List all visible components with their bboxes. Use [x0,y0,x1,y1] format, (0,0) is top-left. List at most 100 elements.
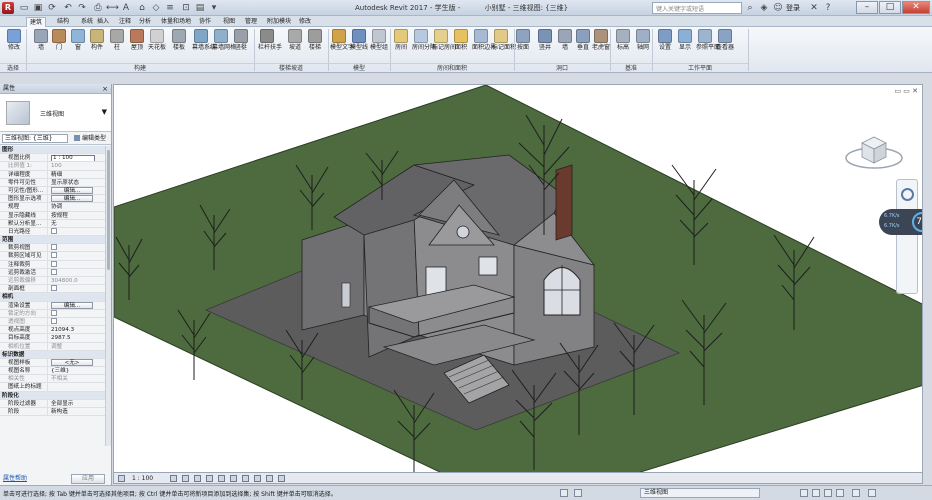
property-value[interactable] [48,383,106,390]
steering-wheel-icon[interactable] [901,188,914,201]
subscription-icon[interactable]: ◈ [758,2,770,14]
ribbon-button[interactable]: 竖井 [536,29,554,51]
property-row[interactable]: 相机位置 调整 [0,342,106,351]
maximize-button[interactable]: □ [879,1,901,14]
lock-3d-icon[interactable] [254,475,261,482]
property-category[interactable]: 相机 [0,293,106,302]
property-value[interactable]: 显示原状态 [48,179,106,186]
render-icon[interactable] [218,475,225,482]
ribbon-button[interactable]: 墙 [32,29,50,51]
viewcube[interactable] [844,125,904,175]
measure-icon[interactable]: ⟷ [106,2,119,14]
property-value[interactable]: 精细 [48,171,106,178]
checkbox[interactable] [51,285,57,292]
type-selector[interactable]: 三维视图 ▼ [0,94,111,132]
ribbon-button[interactable]: 天花板 [148,29,166,51]
select-by-face-icon[interactable] [836,489,844,497]
property-edit-button[interactable]: <无> [51,358,93,366]
property-value[interactable]: 按规程 [48,212,106,219]
property-row[interactable]: 视图样板 <无> [0,358,106,368]
ribbon-tab[interactable]: 体量和场地 [158,17,194,27]
property-value[interactable]: 编辑... [48,186,106,194]
ribbon-button[interactable]: 房间 [392,29,410,51]
property-row[interactable]: 图纸上的标题 [0,383,106,392]
minimize-button[interactable]: – [856,1,878,14]
property-value[interactable]: 无 [48,220,106,227]
ribbon-tab[interactable]: 附加模块 [264,17,294,27]
select-links-icon[interactable] [800,489,808,497]
property-row[interactable]: 显示隐藏线 按规程 [0,211,106,220]
ribbon-tab[interactable]: 建筑 [26,17,47,27]
ribbon-button[interactable]: 窗 [69,29,87,51]
property-value[interactable]: 全部显示 [48,400,106,407]
property-row[interactable]: 视图名称 {三维} [0,367,106,376]
property-row[interactable]: 远剪裁激活 [0,268,106,277]
property-category[interactable]: 标识数据 [0,350,106,359]
property-row[interactable]: 相关性 不相关 [0,375,106,384]
property-row[interactable]: 日光路径 [0,227,106,237]
property-value[interactable]: {三维} [48,367,106,374]
property-row[interactable]: 透视图 [0,317,106,327]
checkbox[interactable] [51,252,57,259]
active-view-field[interactable]: 三维视图 [640,488,760,498]
crop-view-icon[interactable] [230,475,237,482]
ribbon-button[interactable]: 模型线 [350,29,368,51]
property-row[interactable]: 比例值 1: 100 [0,162,106,171]
property-edit-button[interactable]: 编辑... [51,195,93,203]
ribbon-tab[interactable]: 视图 [220,17,238,27]
undo-icon[interactable]: ↶ [62,2,74,14]
property-value[interactable] [48,309,106,317]
ribbon-tab[interactable]: 分析 [136,17,154,27]
property-value[interactable] [48,227,106,235]
revit-logo-icon[interactable]: R [2,2,14,14]
apply-button[interactable]: 应用 [71,474,105,484]
property-value[interactable]: 编辑... [48,301,106,309]
3d-model-scene[interactable] [114,85,923,473]
property-value[interactable]: 协调 [48,203,106,210]
property-row[interactable]: 图形显示选项 编辑... [0,195,106,204]
close-icon[interactable]: × [102,84,108,94]
property-value[interactable]: <无> [48,358,106,366]
property-row[interactable]: 裁剪视图 [0,244,106,253]
property-value[interactable]: 2987.5 [48,334,106,341]
edit-type-button[interactable]: 编辑类型 [74,134,106,143]
checkbox[interactable] [51,244,57,251]
property-row[interactable]: 视图比例 1 : 100 [0,154,106,163]
property-row[interactable]: 渲染设置 编辑... [0,301,106,310]
ribbon-button[interactable]: 房间分隔 [412,29,436,51]
ribbon-button[interactable]: 按面 [514,29,532,51]
login-link[interactable]: 登录 [786,3,800,13]
ribbon-button[interactable]: 面积边界 [472,29,496,51]
select-underlay-icon[interactable] [812,489,820,497]
ribbon-button[interactable]: 修改 [5,29,23,51]
checkbox[interactable] [51,260,57,267]
ribbon-button[interactable]: 坡道 [286,29,304,51]
visual-style-icon[interactable] [182,475,189,482]
property-category[interactable]: 范围 [0,236,106,245]
ribbon-button[interactable]: 栏杆扶手 [258,29,282,51]
property-category[interactable]: 图形 [0,146,106,155]
property-value[interactable] [48,260,106,268]
property-category[interactable]: 阶段化 [0,391,106,400]
property-row[interactable]: 目标高度 2987.5 [0,334,106,343]
properties-scrollbar[interactable] [105,146,111,446]
checkbox[interactable] [51,268,57,275]
ribbon-button[interactable]: 楼板 [170,29,188,51]
property-row[interactable]: 远剪裁偏移 304800.0 [0,277,106,286]
exchange-icon[interactable]: ✕ [808,2,820,14]
checkbox[interactable] [51,317,57,324]
property-row[interactable]: 规程 协调 [0,203,106,212]
section-icon[interactable]: ◇ [150,2,162,14]
close-button[interactable]: ✕ [902,1,930,14]
design-options-icon[interactable] [574,489,582,497]
ribbon-button[interactable]: 柱 [108,29,126,51]
navigation-bar[interactable] [896,179,918,294]
chevron-down-icon[interactable]: ▼ [102,108,107,116]
drag-elements-icon[interactable] [868,489,876,497]
search-icon[interactable]: ⌕ [744,2,756,14]
filter-icon[interactable] [852,489,860,497]
user-icon[interactable]: ☺ [772,2,784,14]
switch-windows-icon[interactable]: ▤ [194,2,206,14]
instance-selector[interactable]: 三维视图: {三维} [2,134,68,143]
ribbon-button[interactable]: 设置 [656,29,674,51]
